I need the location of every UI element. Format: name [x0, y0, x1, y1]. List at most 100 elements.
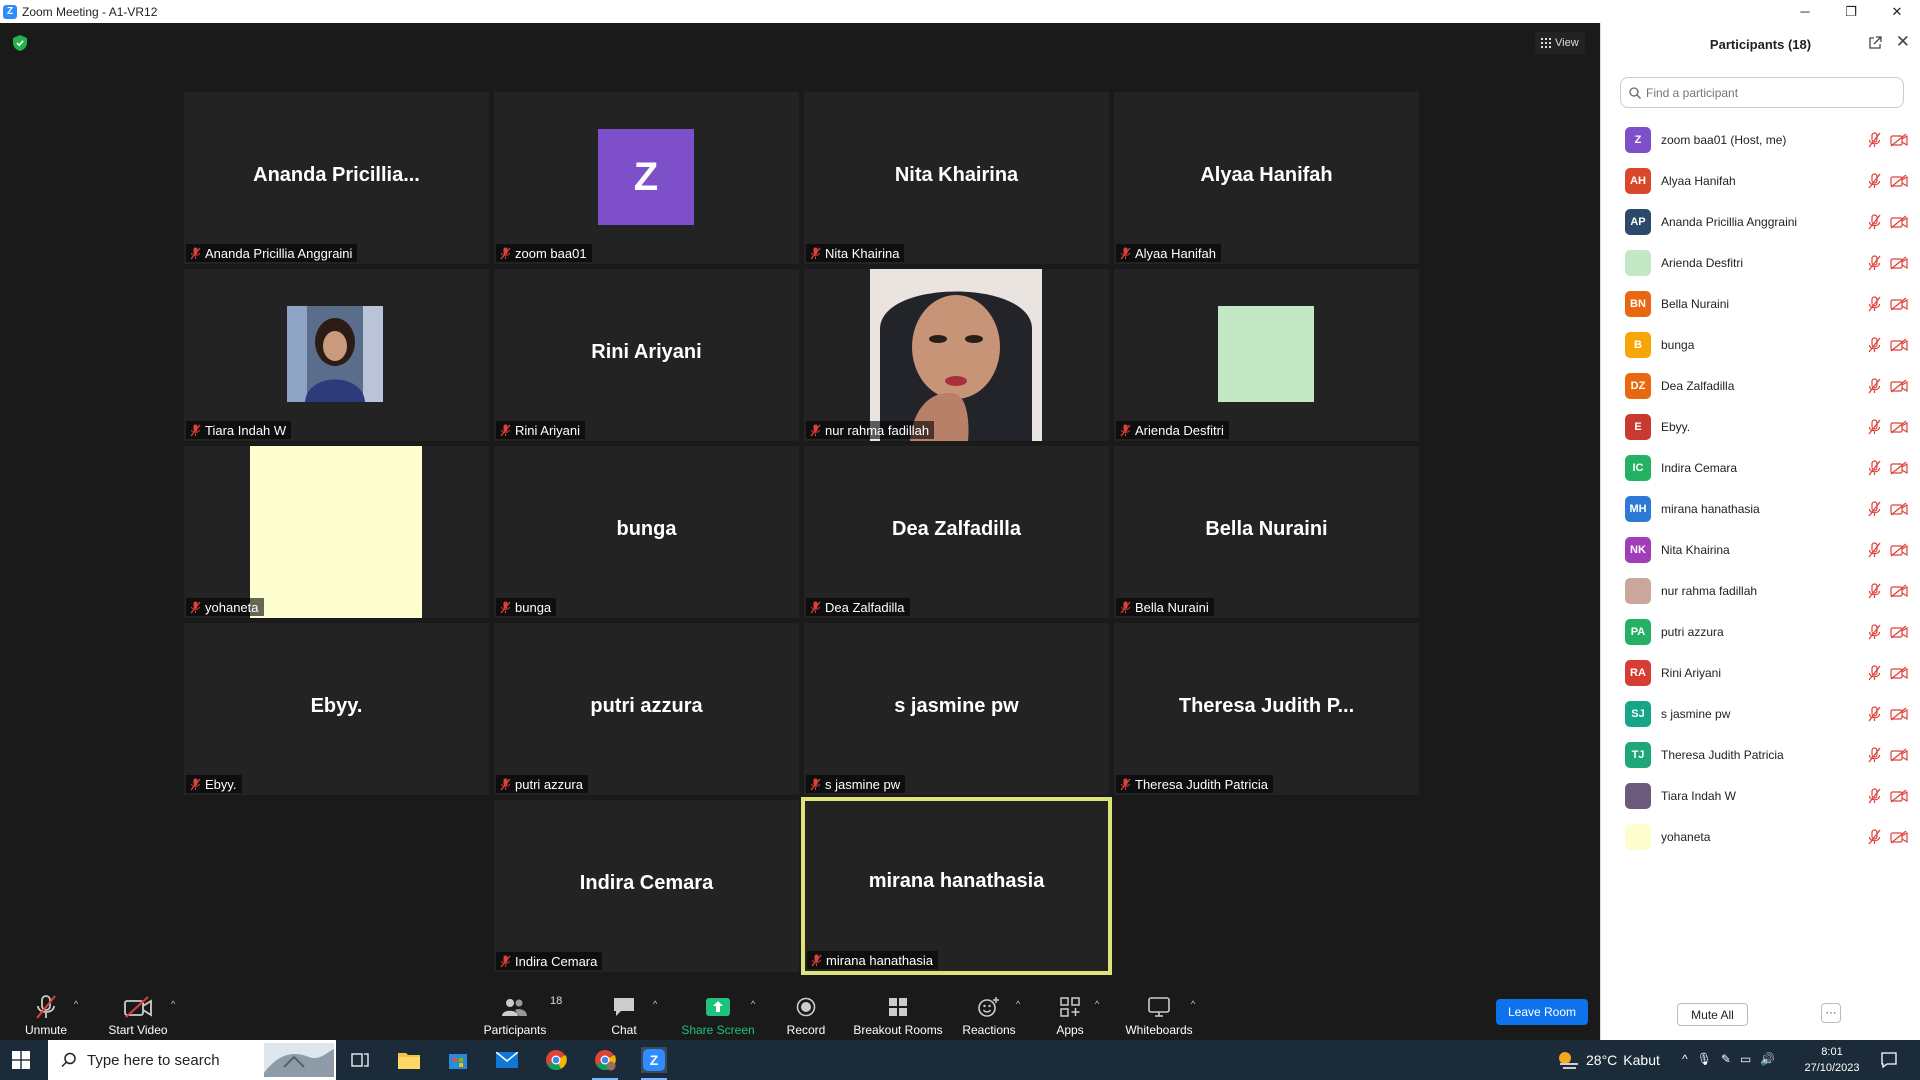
volume-icon[interactable]: 🔊 — [1760, 1052, 1775, 1066]
video-off-icon[interactable] — [1890, 338, 1908, 352]
edit-icon[interactable]: ✎ — [1721, 1052, 1731, 1066]
leave-room-button[interactable]: Leave Room — [1496, 999, 1588, 1025]
network-icon[interactable]: ▭ — [1740, 1052, 1751, 1066]
audio-options-caret-icon[interactable]: ^ — [74, 999, 78, 1009]
record-button[interactable]: Record — [786, 993, 826, 1040]
video-off-icon[interactable] — [1890, 297, 1908, 311]
view-button[interactable]: View — [1535, 32, 1585, 54]
breakout-rooms-button[interactable]: Breakout Rooms — [853, 993, 943, 1040]
close-window-button[interactable]: ✕ — [1874, 0, 1920, 23]
video-off-icon[interactable] — [1890, 584, 1908, 598]
video-off-icon[interactable] — [1890, 133, 1908, 147]
mic-muted-icon[interactable] — [1867, 460, 1882, 476]
taskbar-search[interactable]: Type here to search — [48, 1040, 336, 1080]
video-off-icon[interactable] — [1890, 707, 1908, 721]
unmute-button[interactable]: Unmute — [20, 993, 72, 1040]
mute-all-button[interactable]: Mute All — [1677, 1003, 1748, 1026]
video-off-icon[interactable] — [1890, 625, 1908, 639]
share-options-caret-icon[interactable]: ^ — [751, 999, 755, 1009]
mic-muted-icon[interactable] — [1867, 788, 1882, 804]
mic-muted-icon[interactable] — [1867, 706, 1882, 722]
participant-row[interactable]: NK Nita Khairina — [1601, 529, 1920, 570]
restore-button[interactable]: ❐ — [1828, 0, 1874, 23]
chrome-icon[interactable] — [543, 1047, 569, 1073]
video-tile-tiara[interactable]: Tiara Indah W — [184, 269, 489, 441]
video-tile-indira[interactable]: Indira Cemara Indira Cemara — [494, 800, 799, 972]
security-shield-icon[interactable] — [13, 35, 27, 51]
video-off-icon[interactable] — [1890, 748, 1908, 762]
mic-muted-icon[interactable] — [1867, 542, 1882, 558]
video-tile-zoom[interactable]: Z zoom baa01 — [494, 92, 799, 264]
whiteboards-options-caret-icon[interactable]: ^ — [1191, 999, 1195, 1009]
mic-muted-icon[interactable] — [1867, 747, 1882, 763]
mic-muted-icon[interactable] — [1867, 255, 1882, 271]
video-off-icon[interactable] — [1890, 461, 1908, 475]
mail-icon[interactable] — [494, 1047, 520, 1073]
participant-row[interactable]: MH mirana hanathasia — [1601, 488, 1920, 529]
video-tile-dea[interactable]: Dea Zalfadilla Dea Zalfadilla — [804, 446, 1109, 618]
mic-muted-icon[interactable] — [1867, 214, 1882, 230]
weather-widget[interactable]: 28°C Kabut — [1556, 1040, 1660, 1080]
pop-out-icon[interactable] — [1868, 36, 1882, 50]
minimize-button[interactable]: ─ — [1782, 0, 1828, 23]
video-tile-putri[interactable]: putri azzura putri azzura — [494, 623, 799, 795]
video-off-icon[interactable] — [1890, 543, 1908, 557]
participants-button[interactable]: 18 Participants — [482, 993, 563, 1040]
participant-row[interactable]: SJ s jasmine pw — [1601, 693, 1920, 734]
taskbar-clock[interactable]: 8:01 27/10/2023 — [1800, 1044, 1864, 1076]
windows-start-icon[interactable] — [12, 1051, 30, 1069]
reactions-options-caret-icon[interactable]: ^ — [1016, 999, 1020, 1009]
video-tile-alyaa[interactable]: Alyaa Hanifah Alyaa Hanifah — [1114, 92, 1419, 264]
search-input[interactable] — [1646, 85, 1886, 100]
participant-row[interactable]: Zzoom baa01 (Host, me) — [1601, 119, 1920, 160]
video-tile-nita[interactable]: Nita Khairina Nita Khairina — [804, 92, 1109, 264]
participant-row[interactable]: BN Bella Nuraini — [1601, 283, 1920, 324]
video-tile-rini[interactable]: Rini Ariyani Rini Ariyani — [494, 269, 799, 441]
participant-row[interactable]: AH Alyaa Hanifah — [1601, 160, 1920, 201]
video-off-icon[interactable] — [1890, 256, 1908, 270]
apps-options-caret-icon[interactable]: ^ — [1095, 999, 1099, 1009]
chrome-profile-icon[interactable] — [592, 1047, 618, 1080]
video-tile-nur-rahma[interactable]: nur rahma fadillah — [804, 269, 1109, 441]
mic-muted-icon[interactable] — [1867, 583, 1882, 599]
participant-row[interactable]: nur rahma fadillah — [1601, 570, 1920, 611]
participant-row[interactable]: DZ Dea Zalfadilla — [1601, 365, 1920, 406]
mic-muted-icon[interactable] — [1867, 378, 1882, 394]
video-off-icon[interactable] — [1890, 215, 1908, 229]
mic-muted-icon[interactable] — [1867, 337, 1882, 353]
video-off-icon[interactable] — [1890, 502, 1908, 516]
participant-row[interactable]: Arienda Desfitri — [1601, 242, 1920, 283]
video-off-icon[interactable] — [1890, 666, 1908, 680]
participant-row[interactable]: Bbunga — [1601, 324, 1920, 365]
mic-muted-icon[interactable] — [1867, 624, 1882, 640]
participant-row[interactable]: AP Ananda Pricillia Anggraini — [1601, 201, 1920, 242]
video-tile-theresa[interactable]: Theresa Judith P... Theresa Judith Patri… — [1114, 623, 1419, 795]
start-video-button[interactable]: Start Video — [107, 993, 169, 1040]
share-screen-button[interactable]: Share Screen — [681, 993, 755, 1040]
file-explorer-icon[interactable] — [396, 1047, 422, 1073]
video-tile-bella[interactable]: Bella Nuraini Bella Nuraini — [1114, 446, 1419, 618]
zoom-app-icon[interactable]: Z — [641, 1047, 667, 1080]
video-tile-mirana-active-speaker[interactable]: mirana hanathasia mirana hanathasia — [801, 797, 1112, 975]
participant-row[interactable]: yohaneta — [1601, 816, 1920, 857]
microsoft-store-icon[interactable] — [445, 1047, 471, 1073]
chat-options-caret-icon[interactable]: ^ — [653, 999, 657, 1009]
participant-row[interactable]: IC Indira Cemara — [1601, 447, 1920, 488]
video-options-caret-icon[interactable]: ^ — [171, 999, 175, 1009]
apps-button[interactable]: Apps — [1054, 993, 1086, 1040]
video-tile-ebyy[interactable]: Ebyy. Ebyy. — [184, 623, 489, 795]
mic-muted-icon[interactable] — [1867, 173, 1882, 189]
video-off-icon[interactable] — [1890, 174, 1908, 188]
video-tile-arienda[interactable]: Arienda Desfitri — [1114, 269, 1419, 441]
video-tile-bunga[interactable]: bunga bunga — [494, 446, 799, 618]
video-off-icon[interactable] — [1890, 789, 1908, 803]
mic-muted-icon[interactable] — [1867, 419, 1882, 435]
reactions-button[interactable]: Reactions — [962, 993, 1016, 1040]
mic-muted-icon[interactable] — [1867, 501, 1882, 517]
video-tile-jasmine[interactable]: s jasmine pw s jasmine pw — [804, 623, 1109, 795]
close-panel-icon[interactable]: ✕ — [1896, 32, 1910, 52]
task-view-icon[interactable] — [347, 1047, 373, 1073]
participant-row[interactable]: TJ Theresa Judith Patricia — [1601, 734, 1920, 775]
video-off-icon[interactable] — [1890, 830, 1908, 844]
chevron-up-icon[interactable]: ^ — [1682, 1052, 1688, 1066]
